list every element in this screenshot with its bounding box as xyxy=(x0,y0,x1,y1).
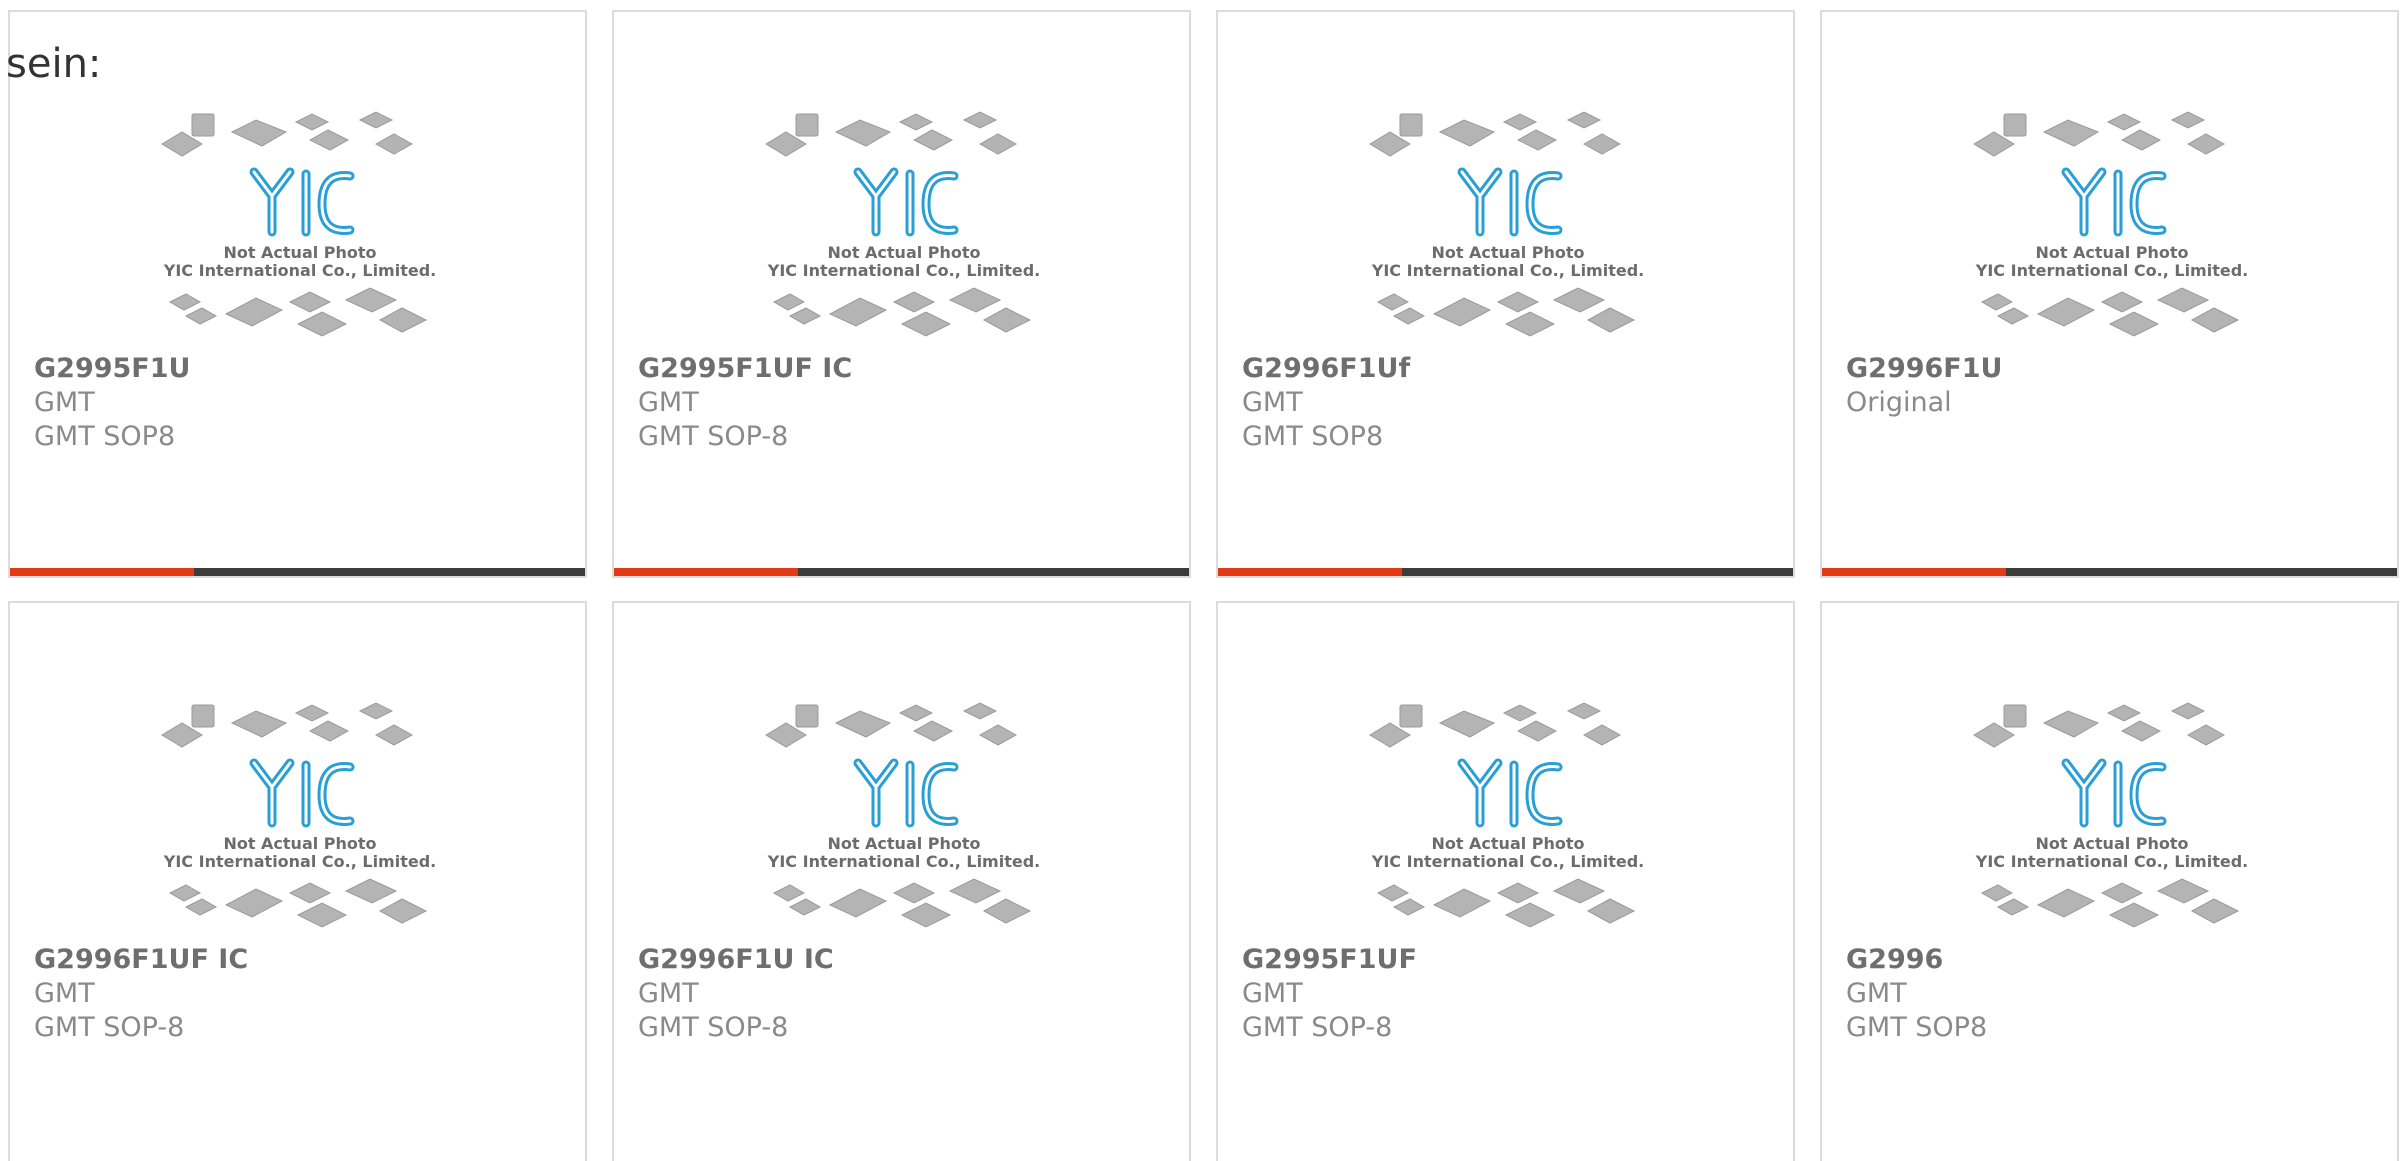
product-info: G2995F1UF IC GMT GMT SOP-8 xyxy=(638,352,1173,454)
manufacturer-text: GMT xyxy=(34,978,95,1009)
manufacturer-text: GMT xyxy=(34,387,95,418)
product-placeholder-image[interactable]: Not Actual Photo YIC International Co., … xyxy=(1822,92,2397,348)
manufacturer-text: GMT xyxy=(638,387,699,418)
product-placeholder-image[interactable]: Not Actual Photo YIC International Co., … xyxy=(10,92,585,348)
image-caption-text: YIC International Co., Limited. xyxy=(1975,852,2248,871)
part-number[interactable]: G2996F1Uf xyxy=(1242,352,1777,386)
image-caption-text: Not Actual Photo xyxy=(223,834,376,853)
image-caption-text: YIC International Co., Limited. xyxy=(1371,261,1644,280)
product-card[interactable]: Not Actual Photo YIC International Co., … xyxy=(8,601,587,1161)
part-number[interactable]: G2996F1U xyxy=(1846,352,2381,386)
package-text: GMT SOP8 xyxy=(1242,421,1384,452)
product-info: G2995F1UF GMT GMT SOP-8 xyxy=(1242,943,1777,1045)
part-number[interactable]: G2995F1UF IC xyxy=(638,352,1173,386)
product-placeholder-image[interactable]: Not Actual Photo YIC International Co., … xyxy=(1218,683,1793,939)
manufacturer-text: GMT xyxy=(1242,387,1303,418)
product-card[interactable]: Not Actual Photo YIC International Co., … xyxy=(1216,601,1795,1161)
product-info: G2996F1U IC GMT GMT SOP-8 xyxy=(638,943,1173,1045)
product-info: G2996 GMT GMT SOP8 xyxy=(1846,943,2381,1045)
product-placeholder-image[interactable]: Not Actual Photo YIC International Co., … xyxy=(614,683,1189,939)
product-grid: Not Actual Photo YIC International Co., … xyxy=(8,10,2400,1161)
product-card[interactable]: Not Actual Photo YIC International Co., … xyxy=(8,10,587,578)
image-caption-text: YIC International Co., Limited. xyxy=(1371,852,1644,871)
product-info: G2996F1Uf GMT GMT SOP8 xyxy=(1242,352,1777,454)
part-number[interactable]: G2995F1U xyxy=(34,352,569,386)
progress-bar xyxy=(1822,568,2397,576)
progress-fill xyxy=(1218,568,1402,576)
product-card[interactable]: Not Actual Photo YIC International Co., … xyxy=(612,601,1191,1161)
progress-fill xyxy=(614,568,798,576)
product-grid-page: sein: Not Actual Photo YIC International… xyxy=(0,0,2404,1161)
part-number[interactable]: G2996F1U IC xyxy=(638,943,1173,977)
package-text: GMT SOP-8 xyxy=(1242,1012,1393,1043)
product-placeholder-image[interactable]: Not Actual Photo YIC International Co., … xyxy=(1822,683,2397,939)
image-caption-text: YIC International Co., Limited. xyxy=(163,261,436,280)
package-text: GMT SOP-8 xyxy=(638,1012,789,1043)
package-text: GMT SOP-8 xyxy=(638,421,789,452)
product-info: G2996F1U Original xyxy=(1846,352,2381,420)
image-caption-text: Not Actual Photo xyxy=(827,834,980,853)
image-caption-text: Not Actual Photo xyxy=(1431,243,1584,262)
progress-bar xyxy=(614,568,1189,576)
image-caption-text: Not Actual Photo xyxy=(223,243,376,262)
image-caption-text: YIC International Co., Limited. xyxy=(767,261,1040,280)
product-info: G2996F1UF IC GMT GMT SOP-8 xyxy=(34,943,569,1045)
progress-bar xyxy=(1218,568,1793,576)
part-number[interactable]: G2995F1UF xyxy=(1242,943,1777,977)
product-placeholder-image[interactable]: Not Actual Photo YIC International Co., … xyxy=(614,92,1189,348)
product-card[interactable]: Not Actual Photo YIC International Co., … xyxy=(1820,10,2399,578)
progress-bar xyxy=(10,568,585,576)
progress-fill xyxy=(1822,568,2006,576)
manufacturer-text: Original xyxy=(1846,387,1952,418)
image-caption-text: Not Actual Photo xyxy=(2035,834,2188,853)
part-number[interactable]: G2996F1UF IC xyxy=(34,943,569,977)
product-placeholder-image[interactable]: Not Actual Photo YIC International Co., … xyxy=(10,683,585,939)
image-caption-text: Not Actual Photo xyxy=(2035,243,2188,262)
product-card[interactable]: Not Actual Photo YIC International Co., … xyxy=(1216,10,1795,578)
progress-fill xyxy=(10,568,194,576)
product-card[interactable]: Not Actual Photo YIC International Co., … xyxy=(612,10,1191,578)
manufacturer-text: GMT xyxy=(1242,978,1303,1009)
product-card[interactable]: Not Actual Photo YIC International Co., … xyxy=(1820,601,2399,1161)
product-placeholder-image[interactable]: Not Actual Photo YIC International Co., … xyxy=(1218,92,1793,348)
package-text: GMT SOP8 xyxy=(1846,1012,1988,1043)
image-caption-text: Not Actual Photo xyxy=(827,243,980,262)
manufacturer-text: GMT xyxy=(638,978,699,1009)
overlay-text: sein: xyxy=(6,41,102,87)
manufacturer-text: GMT xyxy=(1846,978,1907,1009)
image-caption-text: YIC International Co., Limited. xyxy=(163,852,436,871)
image-caption-text: YIC International Co., Limited. xyxy=(1975,261,2248,280)
part-number[interactable]: G2996 xyxy=(1846,943,2381,977)
image-caption-text: Not Actual Photo xyxy=(1431,834,1584,853)
product-info: G2995F1U GMT GMT SOP8 xyxy=(34,352,569,454)
image-caption-text: YIC International Co., Limited. xyxy=(767,852,1040,871)
package-text: GMT SOP8 xyxy=(34,421,176,452)
package-text: GMT SOP-8 xyxy=(34,1012,185,1043)
